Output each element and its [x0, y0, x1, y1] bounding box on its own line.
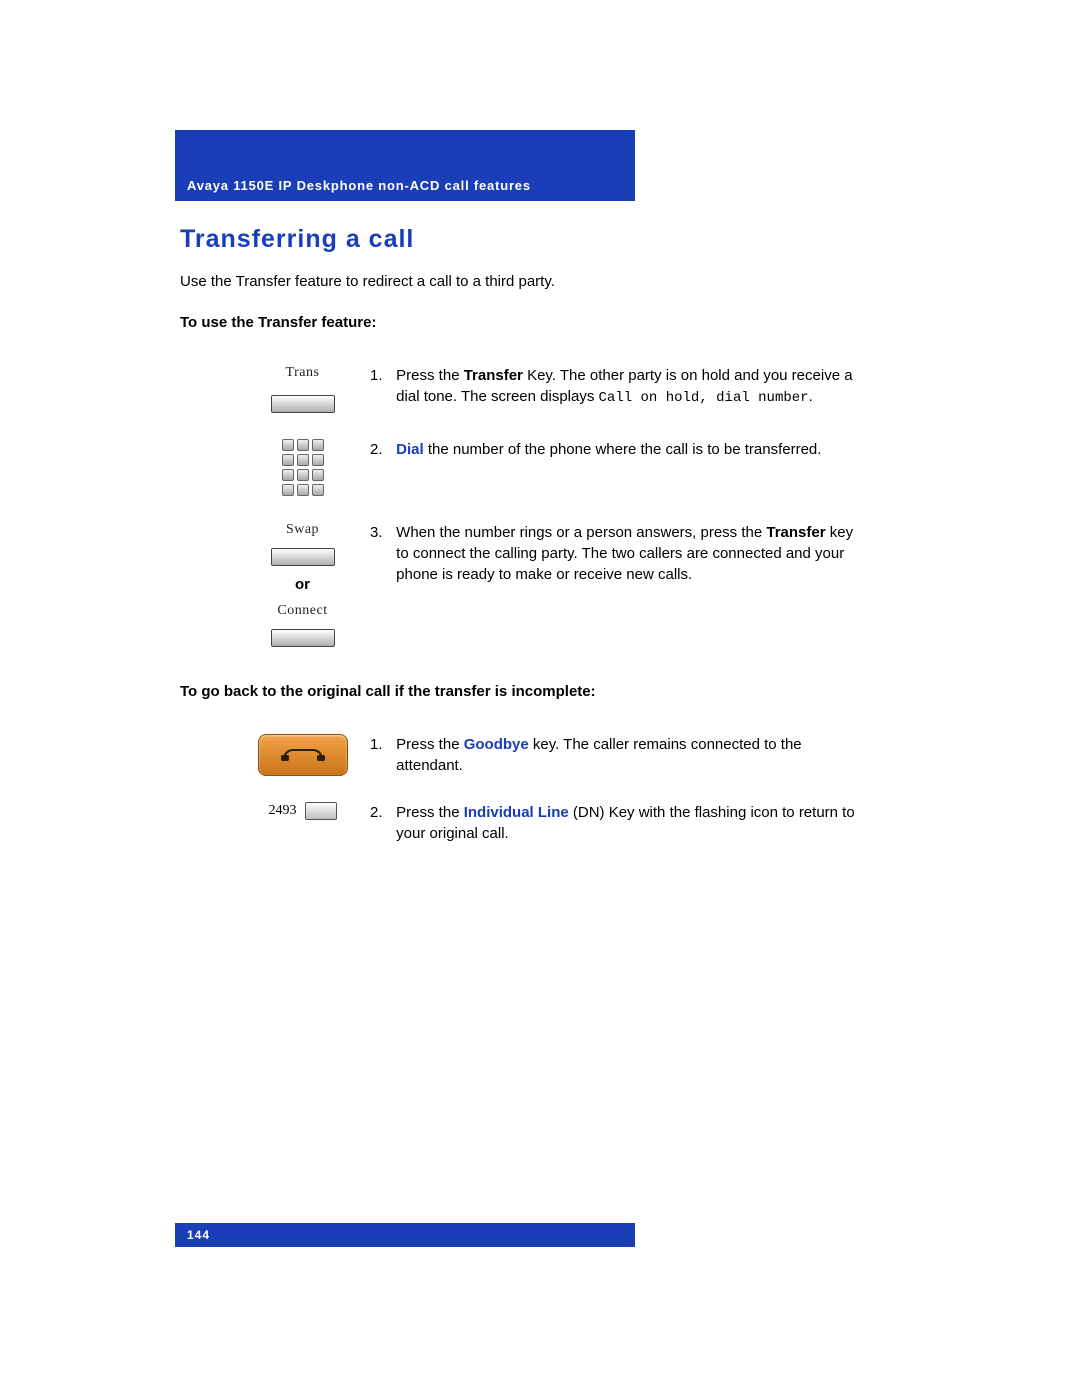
- soft-label-connect: Connect: [277, 603, 327, 619]
- text-blue: Dial: [396, 441, 424, 458]
- soft-label-swap: Swap: [286, 522, 319, 538]
- step2-row-2: 2493 2. Press the Individual Line (DN) K…: [180, 802, 870, 844]
- or-label: or: [295, 576, 310, 593]
- icon-col-keypad: [180, 439, 370, 496]
- soft-button-icon: [271, 629, 335, 647]
- screen-text: Call on hold, dial number: [599, 390, 809, 406]
- icon-col-goodbye: [180, 734, 370, 776]
- text: Press the: [396, 804, 464, 821]
- text: .: [809, 388, 813, 405]
- text: the number of the phone where the call i…: [424, 441, 822, 458]
- section-heading-2: To go back to the original call if the t…: [180, 683, 870, 700]
- step-number: 2.: [370, 802, 392, 823]
- step2-text-1: 1. Press the Goodbye key. The caller rem…: [370, 734, 870, 776]
- icon-col-trans: Trans: [180, 365, 370, 413]
- step2-text-2: 2. Press the Individual Line (DN) Key wi…: [370, 802, 870, 844]
- text-bold: Transfer: [766, 524, 825, 541]
- step-number: 1.: [370, 365, 392, 386]
- step-number: 2.: [370, 439, 392, 460]
- dn-indicator: 2493: [269, 802, 337, 820]
- text-blue: Goodbye: [464, 736, 529, 753]
- step-number: 1.: [370, 734, 392, 755]
- step-row-3: Swap or Connect 3. When the number rings…: [180, 522, 870, 647]
- text-bold: Transfer: [464, 367, 523, 384]
- icon-col-dn: 2493: [180, 802, 370, 820]
- text: When the number rings or a person answer…: [396, 524, 766, 541]
- chapter-header: Avaya 1150E IP Deskphone non-ACD call fe…: [175, 130, 635, 201]
- page-title: Transferring a call: [180, 225, 870, 254]
- text: Press the: [396, 367, 464, 384]
- text: Press the: [396, 736, 464, 753]
- dn-number: 2493: [269, 803, 297, 819]
- soft-button-icon: [271, 395, 335, 413]
- step-row-2: 2. Dial the number of the phone where th…: [180, 439, 870, 496]
- step-text-2: 2. Dial the number of the phone where th…: [370, 439, 870, 460]
- icon-col-swap: Swap or Connect: [180, 522, 370, 647]
- section-heading-1: To use the Transfer feature:: [180, 314, 870, 331]
- step-row-1: Trans 1. Press the Transfer Key. The oth…: [180, 365, 870, 413]
- step-text-1: 1. Press the Transfer Key. The other par…: [370, 365, 870, 409]
- step-number: 3.: [370, 522, 392, 543]
- dn-light-icon: [305, 802, 337, 820]
- soft-button-icon: [271, 548, 335, 566]
- intro-text: Use the Transfer feature to redirect a c…: [180, 272, 870, 292]
- goodbye-button-icon: [258, 734, 348, 776]
- keypad-icon: [282, 439, 324, 496]
- step2-row-1: 1. Press the Goodbye key. The caller rem…: [180, 734, 870, 776]
- handset-icon: [283, 747, 323, 763]
- page-number-band: 144: [175, 1223, 635, 1247]
- text-blue: Individual Line: [464, 804, 569, 821]
- document-page: Avaya 1150E IP Deskphone non-ACD call fe…: [0, 0, 1080, 1397]
- step-text-3: 3. When the number rings or a person ans…: [370, 522, 870, 585]
- soft-label-trans: Trans: [286, 365, 320, 381]
